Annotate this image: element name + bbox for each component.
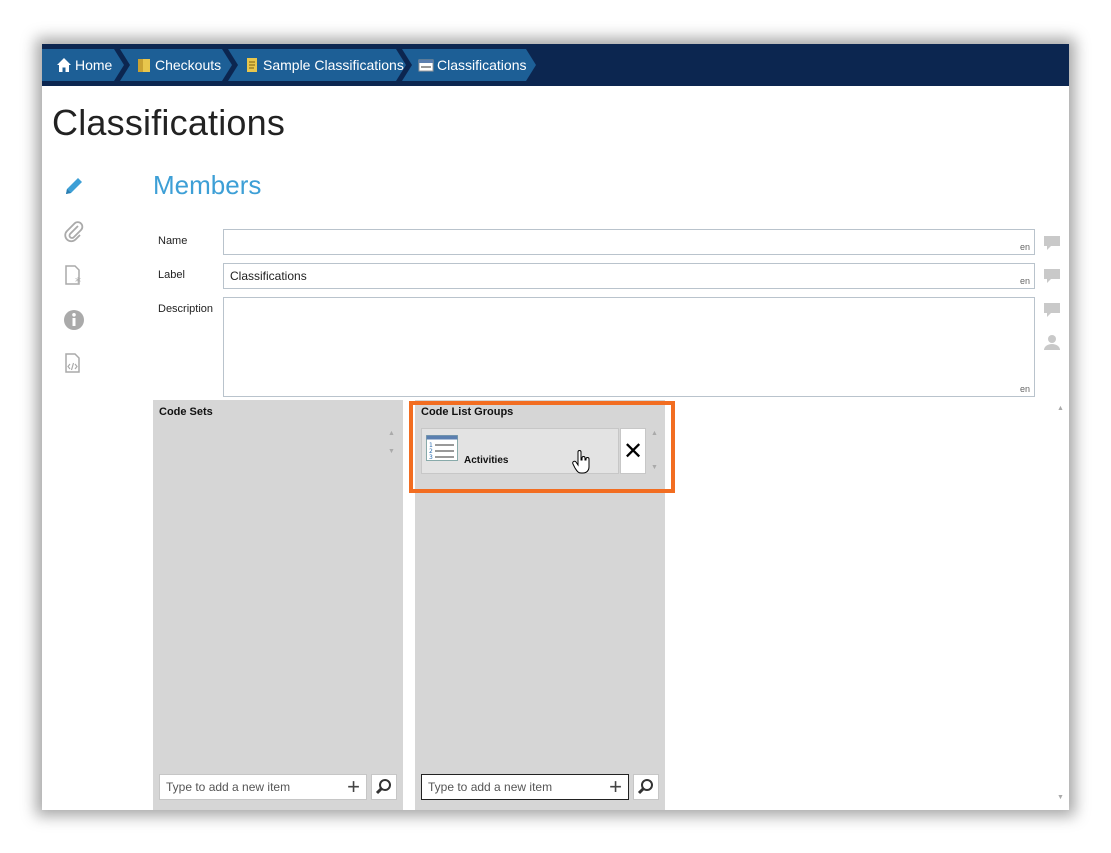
close-icon: ✕	[622, 438, 644, 465]
search-icon	[637, 779, 653, 795]
scroll-up-arrow[interactable]: ▲	[388, 430, 395, 437]
svg-text:3: 3	[429, 454, 433, 461]
code-sets-title: Code Sets	[159, 406, 213, 418]
hand-cursor-icon	[572, 450, 590, 474]
code-list-groups-title: Code List Groups	[421, 406, 514, 418]
checkouts-icon	[136, 57, 152, 73]
scroll-down-arrow[interactable]: ▼	[388, 448, 395, 455]
remove-item-button[interactable]: ✕	[620, 428, 646, 474]
description-label: Description	[158, 303, 214, 315]
description-lang: en	[1019, 384, 1030, 394]
name-field[interactable]: en	[223, 229, 1035, 255]
code-document-icon[interactable]	[62, 352, 86, 376]
document-star-icon[interactable]: *	[62, 264, 86, 288]
code-list-groups-add-input[interactable]: Type to add a new item +	[421, 774, 629, 800]
breadcrumb: Home Checkouts Sample Classifications Cl…	[42, 44, 1069, 86]
label-field[interactable]: Classifications en	[223, 263, 1035, 289]
paperclip-icon[interactable]	[62, 220, 86, 244]
breadcrumb-checkouts[interactable]: Checkouts	[120, 49, 232, 81]
plus-icon[interactable]: +	[347, 776, 360, 798]
svg-text:*: *	[75, 275, 81, 288]
section-title-members: Members	[153, 170, 262, 200]
label-lang: en	[1019, 276, 1030, 286]
home-icon	[56, 57, 72, 73]
code-sets-search-button[interactable]	[371, 774, 397, 800]
breadcrumb-home[interactable]: Home	[42, 49, 124, 81]
page-title: Classifications	[52, 102, 286, 143]
code-list-groups-panel: Code List Groups 1 2 3 Activities ✕ ▲ ▼ …	[415, 400, 665, 810]
app-window: Home Checkouts Sample Classifications Cl…	[42, 44, 1069, 810]
label-value: Classifications	[230, 269, 307, 283]
search-icon	[375, 779, 391, 795]
name-label: Name	[158, 235, 188, 247]
list-item-label: Activities	[464, 455, 509, 466]
add-input-placeholder: Type to add a new item	[166, 780, 291, 794]
user-icon[interactable]	[1043, 334, 1061, 350]
breadcrumb-classifications[interactable]: Classifications	[402, 49, 536, 81]
scroll-up-arrow[interactable]: ▲	[651, 430, 658, 437]
classification-icon	[418, 57, 434, 73]
code-list-groups-search-button[interactable]	[633, 774, 659, 800]
pencil-icon[interactable]	[62, 174, 86, 198]
comment-icon[interactable]	[1043, 235, 1061, 251]
document-icon	[244, 57, 260, 73]
code-sets-panel: Code Sets ▲ ▼ Type to add a new item +	[153, 400, 403, 810]
name-lang: en	[1019, 242, 1030, 252]
label-label: Label	[158, 269, 185, 281]
scroll-down-arrow[interactable]: ▼	[651, 464, 658, 471]
code-sets-add-input[interactable]: Type to add a new item +	[159, 774, 367, 800]
breadcrumb-sample-classifications[interactable]: Sample Classifications	[228, 49, 406, 81]
plus-icon[interactable]: +	[609, 776, 622, 798]
comment-icon[interactable]	[1043, 268, 1061, 284]
scroll-up-arrow[interactable]: ▲	[1057, 405, 1064, 412]
scroll-down-arrow[interactable]: ▼	[1057, 794, 1064, 801]
numbered-list-icon: 1 2 3	[426, 435, 458, 461]
add-input-placeholder: Type to add a new item	[428, 780, 553, 794]
description-field[interactable]: en	[223, 297, 1035, 397]
info-icon[interactable]	[62, 308, 86, 332]
comment-icon[interactable]	[1043, 302, 1061, 318]
